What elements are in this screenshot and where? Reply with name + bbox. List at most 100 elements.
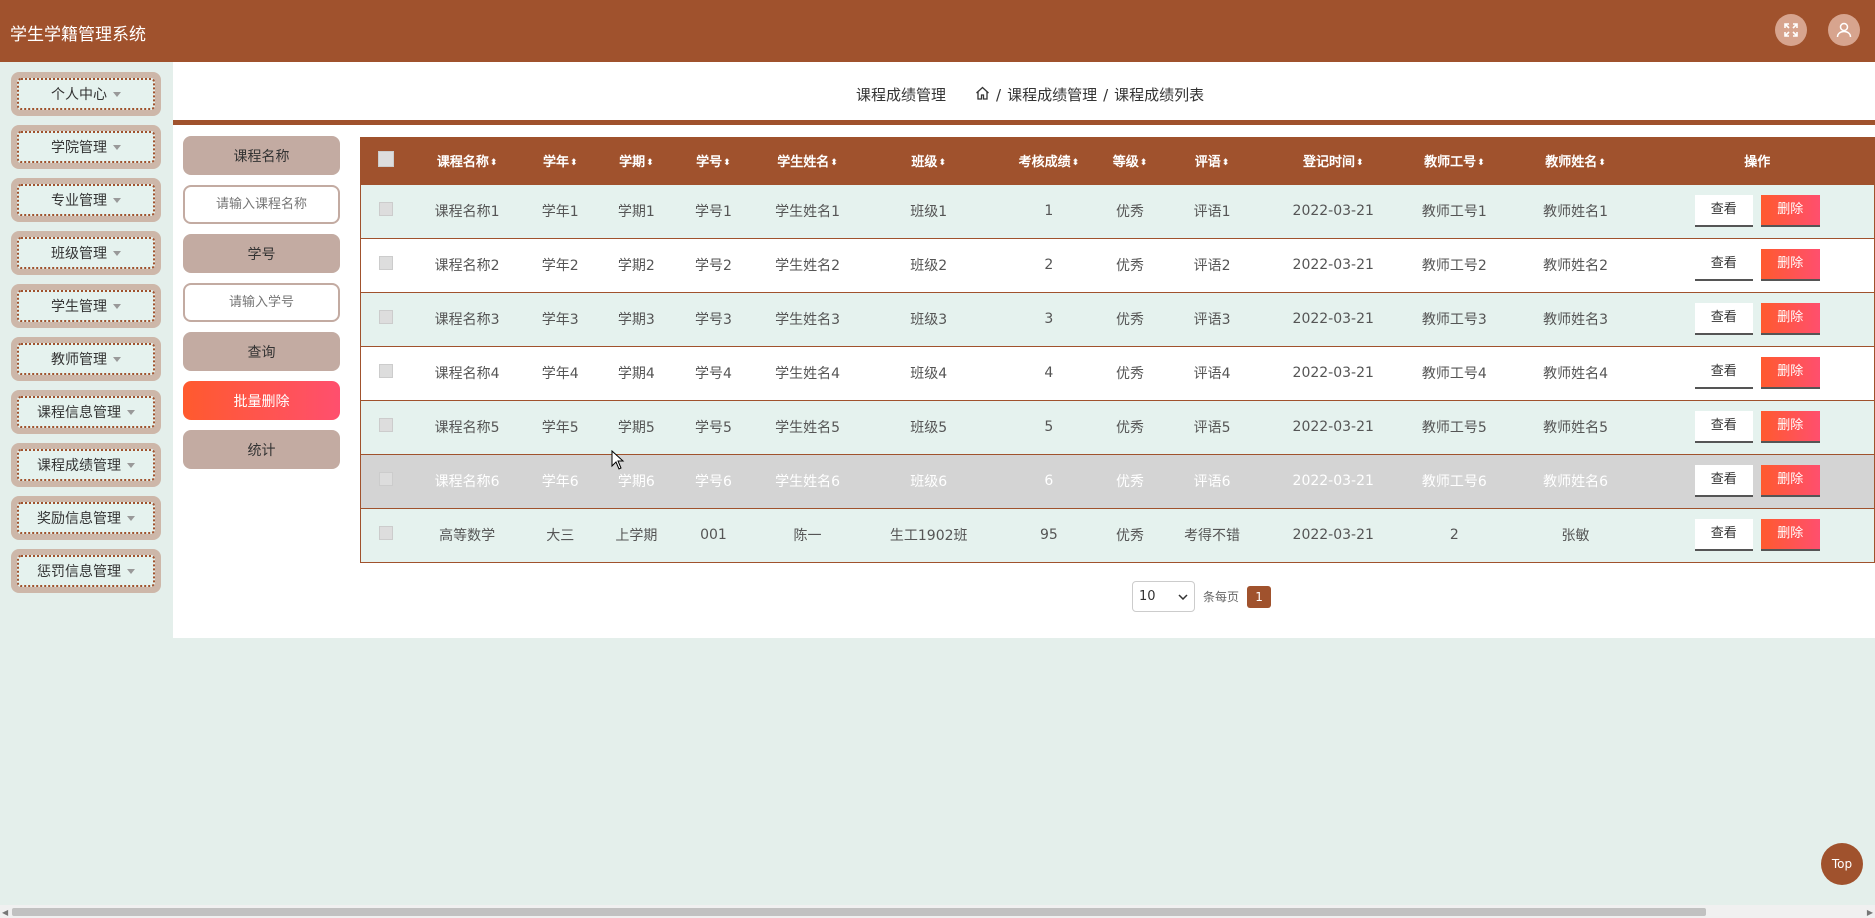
- sidebar-item-student[interactable]: 学生管理: [11, 284, 161, 328]
- table-row[interactable]: 课程名称6 学年6 学期6 学号6 学生姓名6 班级6 6 优秀 评语6 2022-03-21 教师…: [361, 454, 1874, 508]
- col-header[interactable]: 教师工号⬍: [1398, 138, 1510, 184]
- cell: 学生姓名1: [775, 204, 841, 220]
- horizontal-scrollbar[interactable]: ◀ ▶: [0, 905, 1875, 918]
- cell: 学期6: [617, 474, 655, 490]
- cell: 学号1: [694, 204, 732, 220]
- cell: 教师姓名5: [1543, 420, 1608, 436]
- delete-button[interactable]: 删除: [1760, 465, 1820, 497]
- page-number-button[interactable]: 1: [1247, 585, 1272, 608]
- sidebar-item-college[interactable]: 学院管理: [11, 125, 161, 169]
- cell: 学生姓名2: [775, 258, 841, 274]
- col-header[interactable]: 考核成绩⬍: [994, 138, 1104, 184]
- cell: 学期3: [617, 312, 655, 328]
- sidebar-item-punishment[interactable]: 惩罚信息管理: [11, 549, 161, 593]
- chevron-down-icon: [113, 91, 121, 97]
- scroll-right-icon[interactable]: ▶: [1867, 908, 1873, 917]
- cell: 教师姓名1: [1543, 204, 1608, 220]
- row-checkbox[interactable]: [379, 202, 394, 216]
- table-row[interactable]: 课程名称4 学年4 学期4 学号4 学生姓名4 班级4 4 优秀 评语4 2022-03-21 教师…: [361, 346, 1874, 400]
- cell: 001: [700, 527, 727, 544]
- view-button[interactable]: 查看: [1694, 519, 1753, 552]
- delete-button[interactable]: 删除: [1760, 357, 1820, 389]
- table-row[interactable]: 课程名称5 学年5 学期5 学号5 学生姓名5 班级5 5 优秀 评语5 2022-03-21 教师…: [361, 400, 1874, 454]
- table-row[interactable]: 课程名称1 学年1 学期1 学号1 学生姓名1 班级1 1 优秀 评语1 2022-03-21 教师…: [361, 184, 1874, 238]
- row-checkbox[interactable]: [379, 310, 394, 324]
- cell: 课程名称6: [434, 474, 500, 490]
- page-size-select[interactable]: 10: [1132, 581, 1195, 612]
- sidebar-item-teacher[interactable]: 教师管理: [11, 337, 161, 381]
- score-table: 课程名称⬍ 学年⬍ 学期⬍ 学号⬍ 学生姓名⬍ 班级⬍ 考核成绩⬍ 等级⬍ 评语…: [360, 137, 1875, 563]
- cell: 教师工号5: [1421, 420, 1487, 436]
- row-checkbox[interactable]: [379, 418, 394, 432]
- main-content: 课程成绩管理 / 课程成绩管理 / 课程成绩列表 课程名称 学号 查询 批量删除…: [173, 62, 1875, 638]
- sort-icon: ⬍: [1071, 157, 1080, 168]
- scrollbar-thumb[interactable]: [12, 908, 1706, 916]
- cell: 教师工号2: [1421, 258, 1487, 274]
- breadcrumb-item[interactable]: 课程成绩管理: [1007, 84, 1097, 105]
- col-header[interactable]: 学期⬍: [597, 138, 675, 184]
- delete-button[interactable]: 删除: [1760, 411, 1820, 443]
- sidebar-item-class[interactable]: 班级管理: [11, 231, 161, 275]
- sidebar-item-course-score[interactable]: 课程成绩管理: [11, 443, 161, 487]
- cell: 评语2: [1193, 258, 1231, 274]
- batch-delete-button[interactable]: 批量删除: [183, 381, 340, 420]
- col-header[interactable]: 学年⬍: [523, 138, 597, 184]
- cell: 教师工号6: [1421, 474, 1487, 490]
- sidebar-item-course-info[interactable]: 课程信息管理: [11, 390, 161, 434]
- course-name-input[interactable]: [183, 185, 340, 224]
- view-button[interactable]: 查看: [1694, 357, 1753, 389]
- cell: 评语3: [1193, 312, 1231, 328]
- cell: 班级3: [910, 312, 948, 328]
- stats-button[interactable]: 统计: [183, 430, 340, 469]
- cell: 班级6: [910, 474, 948, 490]
- app-title: 学生学籍管理系统: [10, 25, 146, 45]
- row-checkbox[interactable]: [379, 472, 394, 486]
- col-header[interactable]: 课程名称⬍: [411, 138, 523, 184]
- chevron-down-icon: [113, 303, 121, 309]
- sidebar-item-major[interactable]: 专业管理: [11, 178, 161, 222]
- sort-icon: ⬍: [646, 157, 654, 168]
- col-header[interactable]: 学号⬍: [675, 138, 751, 184]
- delete-button[interactable]: 删除: [1760, 519, 1820, 552]
- col-header[interactable]: 等级⬍: [1104, 138, 1156, 184]
- delete-button[interactable]: 删除: [1760, 249, 1820, 281]
- cell: 生工1902班: [889, 528, 968, 545]
- view-button[interactable]: 查看: [1694, 195, 1753, 227]
- home-icon[interactable]: [975, 86, 990, 104]
- row-checkbox[interactable]: [379, 256, 394, 270]
- cell: 学年4: [541, 366, 579, 382]
- sidebar-item-reward[interactable]: 奖励信息管理: [11, 496, 161, 540]
- cell: 课程名称3: [434, 312, 500, 328]
- view-button[interactable]: 查看: [1694, 303, 1753, 335]
- query-button[interactable]: 查询: [183, 332, 340, 371]
- row-checkbox[interactable]: [379, 526, 394, 541]
- table-row[interactable]: 课程名称3 学年3 学期3 学号3 学生姓名3 班级3 3 优秀 评语3 2022-03-21 教师…: [361, 292, 1874, 346]
- cell: 2022-03-21: [1292, 365, 1374, 381]
- select-all-checkbox[interactable]: [378, 150, 395, 167]
- delete-button[interactable]: 删除: [1760, 195, 1820, 227]
- view-button[interactable]: 查看: [1694, 465, 1753, 497]
- back-to-top-button[interactable]: Top: [1821, 843, 1863, 885]
- table-header-row: 课程名称⬍ 学年⬍ 学期⬍ 学号⬍ 学生姓名⬍ 班级⬍ 考核成绩⬍ 等级⬍ 评语…: [361, 138, 1874, 184]
- student-id-input[interactable]: [183, 283, 340, 322]
- col-header[interactable]: 登记时间⬍: [1268, 138, 1398, 184]
- row-checkbox[interactable]: [379, 364, 394, 378]
- col-header[interactable]: 教师姓名⬍: [1510, 138, 1640, 184]
- view-button[interactable]: 查看: [1694, 411, 1753, 443]
- scroll-left-icon[interactable]: ◀: [2, 908, 8, 917]
- col-header[interactable]: 班级⬍: [864, 138, 994, 184]
- sort-icon: ⬍: [723, 157, 731, 168]
- table-row[interactable]: 高等数学 大三 上学期 001 陈一 生工1902班 95 优秀 考得不错 2022-03-21 2…: [361, 508, 1874, 562]
- col-header[interactable]: 评语⬍: [1156, 138, 1268, 184]
- cell: 陈一: [793, 528, 822, 545]
- sort-icon: ⬍: [1598, 157, 1606, 168]
- view-button[interactable]: 查看: [1694, 249, 1753, 281]
- delete-button[interactable]: 删除: [1760, 303, 1820, 335]
- cell: 学年6: [541, 474, 579, 490]
- sidebar-item-personal-center[interactable]: 个人中心: [11, 72, 161, 116]
- user-avatar-icon[interactable]: [1828, 14, 1860, 46]
- fullscreen-icon[interactable]: [1775, 14, 1807, 46]
- cell: 3: [1044, 311, 1054, 327]
- table-row[interactable]: 课程名称2 学年2 学期2 学号2 学生姓名2 班级2 2 优秀 评语2 2022-03-21 教师…: [361, 238, 1874, 292]
- col-header[interactable]: 学生姓名⬍: [751, 138, 863, 184]
